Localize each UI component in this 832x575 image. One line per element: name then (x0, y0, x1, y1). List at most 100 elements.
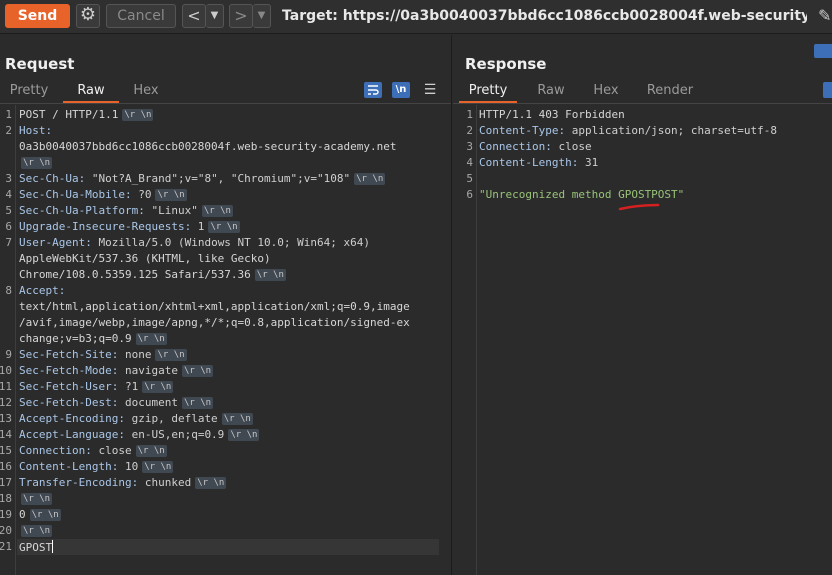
header-value: document (118, 396, 178, 409)
crlf-marker: \r \n (181, 365, 214, 377)
pencil-icon[interactable]: ✎ (818, 6, 831, 25)
response-title: Response (465, 55, 547, 73)
request-tabs: Pretty Raw Hex (0, 80, 451, 104)
line-number: 6 (466, 188, 473, 201)
header-value: navigate (118, 364, 178, 377)
header-name: Transfer-Encoding: (19, 476, 139, 489)
code-line: User-Agent: Mozilla/5.0 (Windows NT 10.0… (19, 236, 370, 249)
request-pane: Request Pretty Raw Hex \n ☰ 1 2 3 4 5 6 7 8 9 10 1… (0, 35, 452, 575)
line-text: HTTP/1.1 403 Forbidden (479, 108, 625, 121)
header-name: Connection: (479, 140, 552, 153)
line-text: /avif,image/webp,image/apng,*/*;q=0.8,ap… (19, 316, 410, 329)
response-pane: Response Pretty Raw Hex Render 1 2 3 4 5 6 HT… (453, 35, 832, 575)
header-name: Sec-Ch-Ua: (19, 172, 86, 185)
header-name: Accept-Language: (19, 428, 125, 441)
line-number: 5 (5, 204, 12, 217)
header-name: Sec-Ch-Ua-Mobile: (19, 188, 132, 201)
header-name: User-Agent: (19, 236, 92, 249)
tab-pretty[interactable]: Pretty (459, 80, 517, 103)
line-number: 10 (0, 364, 12, 377)
header-value: ?0 (131, 188, 152, 201)
line-number: 19 (0, 508, 12, 521)
line-text: 0a3b0040037bbd6cc1086ccb0028004f.web-sec… (19, 140, 397, 153)
crlf-marker: \r \n (21, 157, 53, 169)
current-line-highlight (17, 539, 439, 555)
show-newlines-toggle[interactable]: \n (392, 82, 410, 98)
tab-raw[interactable]: Raw (63, 80, 119, 103)
code-line: POST / HTTP/1.1 \r \n (19, 108, 154, 121)
line-number: 13 (0, 412, 12, 425)
tab-hex[interactable]: Hex (586, 80, 626, 103)
line-number: 5 (466, 172, 473, 185)
line-text: 0 (19, 508, 26, 521)
header-name: Sec-Fetch-Dest: (19, 396, 119, 409)
send-button[interactable]: Send (5, 4, 70, 28)
crlf-marker: \r \n (142, 381, 174, 393)
request-line-numbers: 1 2 3 4 5 6 7 8 9 10 11 12 13 14 15 16 17 18 19 20 21 (0, 105, 16, 575)
request-editor[interactable]: 1 2 3 4 5 6 7 8 9 10 11 12 13 14 15 16 17 18 19 20 21 POST /… (0, 105, 451, 575)
code-line: \r \n (19, 492, 53, 505)
code-line: Connection: close \r \n (19, 444, 167, 457)
line-number: 3 (5, 172, 12, 185)
crlf-marker: \r \n (135, 333, 167, 345)
line-number: 2 (5, 124, 12, 137)
code-line: 0 \r \n (19, 508, 61, 521)
forward-button[interactable]: > (229, 4, 253, 28)
line-number: 4 (5, 188, 12, 201)
code-line: Chrome/108.0.5359.125 Safari/537.36 \r \n (19, 268, 286, 281)
code-line: Content-Length: 31 (479, 156, 598, 169)
crlf-marker: \r \n (208, 221, 240, 233)
response-editor[interactable]: 1 2 3 4 5 6 HTTP/1.1 403 Forbidden Content-Typ… (453, 105, 832, 575)
line-number: 17 (0, 476, 12, 489)
header-name: Sec-Fetch-User: (19, 380, 119, 393)
line-text: change;v=b3;q=0.9 (19, 332, 132, 345)
back-button[interactable]: < (182, 4, 206, 28)
target-url[interactable]: Target: https://0a3b0040037bbd6cc1086ccb… (282, 8, 807, 24)
word-wrap-icon[interactable] (364, 82, 382, 98)
header-name: Host: (19, 124, 53, 137)
line-text: Chrome/108.0.5359.125 Safari/537.36 (19, 268, 251, 281)
line-number: 11 (0, 380, 12, 393)
header-name: Accept-Encoding: (19, 412, 125, 425)
header-name: Accept: (19, 284, 66, 297)
crlf-marker: \r \n (155, 189, 187, 201)
line-number: 2 (466, 124, 473, 137)
code-line: Upgrade-Insecure-Requests: 1 \r \n (19, 220, 240, 233)
header-value: close (91, 444, 132, 457)
header-name: Sec-Fetch-Site: (19, 348, 119, 361)
line-number: 1 (466, 108, 473, 121)
tab-hex[interactable]: Hex (128, 80, 164, 103)
code-line: Sec-Ch-Ua: "Not?A_Brand";v="8", "Chromiu… (19, 172, 386, 185)
response-line-numbers: 1 2 3 4 5 6 (453, 105, 477, 575)
line-number: 20 (0, 524, 12, 537)
layout-icon[interactable] (814, 44, 832, 58)
header-value: ?1 (118, 380, 139, 393)
cancel-button[interactable]: Cancel (106, 4, 176, 28)
tab-pretty[interactable]: Pretty (8, 80, 50, 103)
code-line: Accept-Encoding: gzip, deflate \r \n (19, 412, 253, 425)
tab-raw[interactable]: Raw (531, 80, 571, 103)
line-number: 12 (0, 396, 12, 409)
header-value: 1 (191, 220, 205, 233)
tab-render[interactable]: Render (642, 80, 698, 103)
code-line: Accept-Language: en-US,en;q=0.9 \r \n (19, 428, 260, 441)
code-line: GPOST (19, 540, 54, 554)
gear-icon[interactable]: ⚙ (76, 4, 100, 28)
code-line: Sec-Fetch-Dest: document \r \n (19, 396, 214, 409)
word-wrap-icon[interactable] (823, 82, 832, 98)
menu-icon[interactable]: ☰ (421, 82, 439, 98)
forward-history-dropdown[interactable]: ▼ (253, 4, 271, 28)
code-line: Sec-Ch-Ua-Mobile: ?0 \r \n (19, 188, 187, 201)
toolbar: Send ⚙ Cancel < ▼ > ▼ Target: https://0a… (0, 0, 832, 34)
header-value: none (118, 348, 152, 361)
back-history-dropdown[interactable]: ▼ (206, 4, 224, 28)
code-line: change;v=b3;q=0.9 \r \n (19, 332, 167, 345)
code-line: "Unrecognized method GPOSTPOST" (479, 188, 684, 201)
code-line: Transfer-Encoding: chunked \r \n (19, 476, 227, 489)
crlf-marker: \r \n (181, 397, 214, 409)
line-number: 8 (5, 284, 12, 297)
crlf-marker: \r \n (29, 509, 61, 521)
crlf-marker: \r \n (228, 429, 260, 441)
code-line: 0a3b0040037bbd6cc1086ccb0028004f.web-sec… (19, 140, 397, 153)
code-line: \r \n (19, 524, 53, 537)
